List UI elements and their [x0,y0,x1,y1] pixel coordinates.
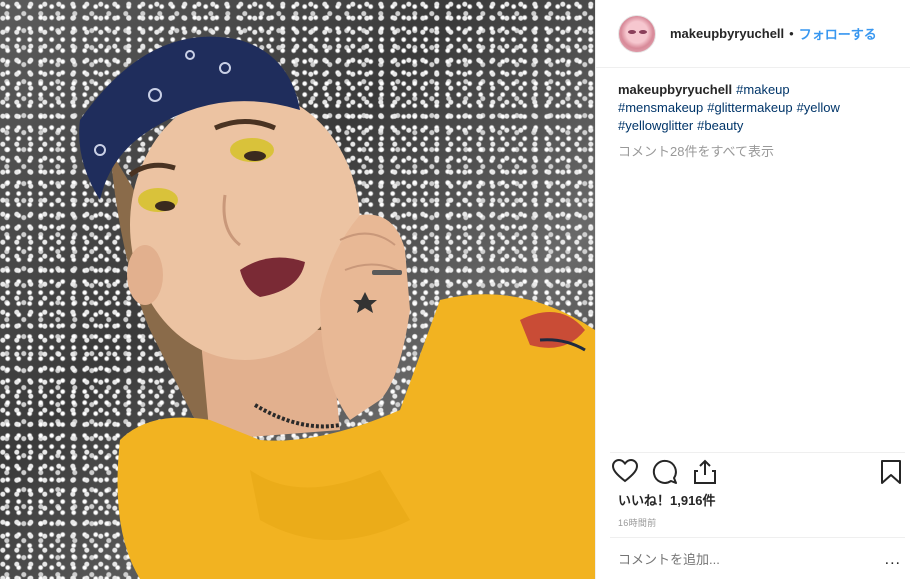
comment-icon[interactable] [652,459,678,490]
hashtag-mensmakeup[interactable]: #mensmakeup [618,100,703,115]
caption-username[interactable]: makeupbyryuchell [618,82,732,97]
caption: makeupbyryuchell #makeup #mensmakeup #glit… [618,81,898,135]
hashtag-yellowglitter[interactable]: #yellowglitter [618,118,693,133]
avatar[interactable] [618,14,656,53]
post-photo[interactable] [0,0,595,579]
portrait-illustration [79,36,595,579]
comment-input[interactable] [618,552,868,567]
action-bar [610,452,905,486]
instagram-post: makeupbyryuchell • フォローする makeupbyryuche… [0,0,910,579]
hashtag-beauty[interactable]: #beauty [697,118,743,133]
follow-button[interactable]: フォローする [799,24,877,43]
heart-icon[interactable] [611,458,639,488]
hashtag-yellow[interactable]: #yellow [797,100,840,115]
post-sidebar: makeupbyryuchell • フォローする makeupbyryuche… [595,0,910,579]
post-header: makeupbyryuchell • フォローする [596,0,910,68]
more-options-icon[interactable]: ... [885,551,901,569]
like-count[interactable]: いいね！1,916件 [618,490,716,509]
bookmark-icon[interactable] [880,459,902,490]
hashtag-glittermakeup[interactable]: #glittermakeup [707,100,792,115]
share-icon[interactable] [692,459,718,490]
timestamp[interactable]: 16時間前 [618,516,657,529]
comment-bar: ... [610,537,905,579]
header-username[interactable]: makeupbyryuchell [670,26,784,41]
hashtag-makeup[interactable]: #makeup [736,82,789,97]
view-all-comments-link[interactable]: コメント28件をすべて表示 [618,141,774,160]
separator-dot: • [789,26,794,41]
